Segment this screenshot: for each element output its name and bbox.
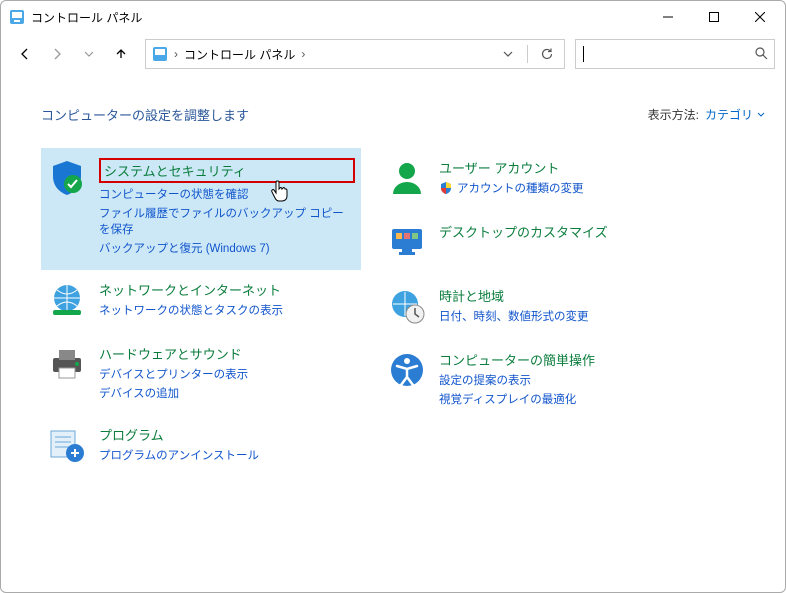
control-panel-icon: [152, 46, 168, 62]
category-link[interactable]: 日付、時刻、数値形式の変更: [439, 308, 589, 324]
user-icon: [387, 158, 427, 198]
category-ease-of-access[interactable]: コンピューターの簡単操作 設定の提案の表示 視覚ディスプレイの最適化: [381, 340, 701, 421]
control-panel-icon: [9, 9, 25, 25]
category-title[interactable]: ネットワークとインターネット: [99, 280, 283, 299]
category-link[interactable]: 設定の提案の表示: [439, 372, 595, 388]
category-programs[interactable]: プログラム プログラムのアンインストール: [41, 415, 361, 479]
category-link[interactable]: バックアップと復元 (Windows 7): [99, 240, 355, 256]
clock-globe-icon: [387, 286, 427, 326]
right-column: ユーザー アカウント アカウントの種類の変更 デスクトップのカスタマイズ: [381, 148, 701, 479]
category-link[interactable]: アカウントの種類の変更: [439, 180, 584, 196]
navbar: › コントロール パネル ›: [1, 33, 785, 75]
left-column: システムとセキュリティ コンピューターの状態を確認 ファイル履歴でファイルのバッ…: [41, 148, 361, 479]
recent-dropdown[interactable]: [75, 40, 103, 68]
refresh-icon[interactable]: [536, 47, 558, 61]
content-area: コンピューターの設定を調整します 表示方法: カテゴリ システムとセキュリティ …: [1, 75, 785, 499]
category-title[interactable]: コンピューターの簡単操作: [439, 350, 595, 369]
category-title[interactable]: プログラム: [99, 425, 259, 444]
category-link[interactable]: プログラムのアンインストール: [99, 447, 259, 463]
page-heading: コンピューターの設定を調整します: [41, 105, 249, 124]
category-link[interactable]: 視覚ディスプレイの最適化: [439, 391, 595, 407]
minimize-button[interactable]: [645, 1, 691, 33]
category-title[interactable]: デスクトップのカスタマイズ: [439, 222, 608, 241]
category-clock-region[interactable]: 時計と地域 日付、時刻、数値形式の変更: [381, 276, 701, 340]
maximize-button[interactable]: [691, 1, 737, 33]
category-link[interactable]: ネットワークの状態とタスクの表示: [99, 302, 283, 318]
category-link-text: アカウントの種類の変更: [457, 180, 584, 196]
category-link[interactable]: コンピューターの状態を確認: [99, 186, 355, 202]
forward-button[interactable]: [43, 40, 71, 68]
category-network[interactable]: ネットワークとインターネット ネットワークの状態とタスクの表示: [41, 270, 361, 334]
path-sep: ›: [174, 47, 178, 61]
shield-icon: [47, 158, 87, 198]
address-path[interactable]: コントロール パネル: [184, 46, 295, 63]
category-title[interactable]: ユーザー アカウント: [439, 158, 584, 177]
view-dropdown[interactable]: カテゴリ: [705, 106, 765, 123]
up-button[interactable]: [107, 40, 135, 68]
category-user-accounts[interactable]: ユーザー アカウント アカウントの種類の変更: [381, 148, 701, 212]
desktop-icon: [387, 222, 427, 262]
titlebar: コントロール パネル: [1, 1, 785, 33]
category-link[interactable]: デバイスとプリンターの表示: [99, 366, 248, 382]
view-label: 表示方法:: [648, 106, 699, 123]
text-cursor: [583, 46, 584, 62]
category-title[interactable]: 時計と地域: [439, 286, 589, 305]
chevron-down-icon[interactable]: [497, 49, 519, 59]
close-button[interactable]: [737, 1, 783, 33]
search-icon[interactable]: [754, 46, 768, 63]
search-box[interactable]: [575, 39, 775, 69]
category-title[interactable]: システムとセキュリティ: [99, 158, 355, 183]
back-button[interactable]: [11, 40, 39, 68]
category-link[interactable]: ファイル履歴でファイルのバックアップ コピーを保存: [99, 205, 355, 237]
category-desktop-customize[interactable]: デスクトップのカスタマイズ: [381, 212, 701, 276]
uac-shield-icon: [439, 181, 453, 195]
path-sep: ›: [301, 47, 305, 61]
category-hardware[interactable]: ハードウェアとサウンド デバイスとプリンターの表示 デバイスの追加: [41, 334, 361, 415]
programs-icon: [47, 425, 87, 465]
category-title[interactable]: ハードウェアとサウンド: [99, 344, 248, 363]
globe-icon: [47, 280, 87, 320]
category-link[interactable]: デバイスの追加: [99, 385, 248, 401]
window-title: コントロール パネル: [31, 9, 142, 26]
address-bar[interactable]: › コントロール パネル ›: [145, 39, 565, 69]
accessibility-icon: [387, 350, 427, 390]
printer-icon: [47, 344, 87, 384]
category-system-security[interactable]: システムとセキュリティ コンピューターの状態を確認 ファイル履歴でファイルのバッ…: [41, 148, 361, 270]
view-value: カテゴリ: [705, 106, 753, 123]
